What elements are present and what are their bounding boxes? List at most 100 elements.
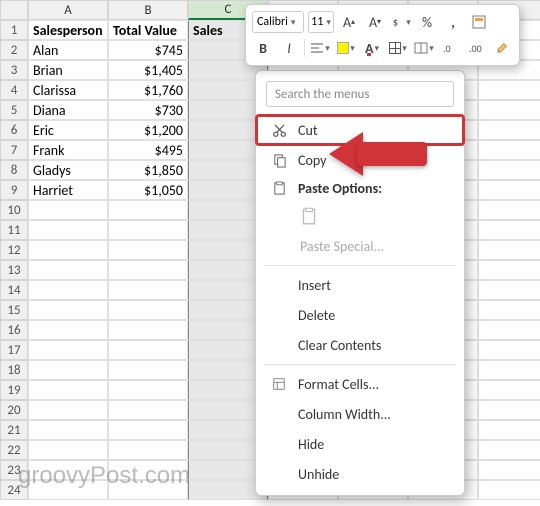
row-header[interactable]: 17 (0, 340, 28, 360)
row-header[interactable]: 10 (0, 200, 28, 220)
cell[interactable] (108, 440, 188, 460)
bold-button[interactable]: B (252, 37, 274, 59)
cell[interactable]: $1,405 (108, 60, 188, 80)
cell[interactable]: Eric (28, 120, 108, 140)
cell[interactable]: $1,050 (108, 180, 188, 200)
font-size-select[interactable]: 11▾ (308, 11, 334, 33)
row-header[interactable]: 5 (0, 100, 28, 120)
borders-button[interactable]: ▾ (387, 37, 409, 59)
menu-item-copy[interactable]: Copy (256, 145, 464, 175)
decimal-button[interactable]: .0 (439, 37, 461, 59)
row-header[interactable]: 4 (0, 80, 28, 100)
cell[interactable] (478, 440, 540, 460)
cell[interactable] (478, 100, 540, 120)
cell[interactable] (108, 420, 188, 440)
format-painter-icon[interactable] (491, 37, 513, 59)
cell[interactable] (108, 280, 188, 300)
select-all-corner[interactable] (0, 0, 28, 20)
cell[interactable] (108, 240, 188, 260)
cell[interactable] (478, 80, 540, 100)
row-header[interactable]: 2 (0, 40, 28, 60)
cell[interactable]: Frank (28, 140, 108, 160)
percent-format-icon[interactable]: % (416, 11, 438, 33)
cell[interactable] (28, 420, 108, 440)
cell[interactable]: $495 (108, 140, 188, 160)
conditional-format-icon[interactable] (468, 11, 490, 33)
cell[interactable] (478, 480, 540, 500)
column-header-B[interactable]: B (108, 0, 188, 20)
row-header[interactable]: 8 (0, 160, 28, 180)
column-header-A[interactable]: A (28, 0, 108, 20)
row-header[interactable]: 19 (0, 380, 28, 400)
row-header[interactable]: 7 (0, 140, 28, 160)
cell[interactable] (478, 120, 540, 140)
cell[interactable] (28, 400, 108, 420)
cell[interactable] (28, 240, 108, 260)
cell[interactable] (108, 300, 188, 320)
row-header[interactable]: 21 (0, 420, 28, 440)
menu-item-clear-contents[interactable]: Clear Contents (256, 330, 464, 360)
row-header[interactable]: 13 (0, 260, 28, 280)
cell[interactable] (28, 440, 108, 460)
cell[interactable] (478, 220, 540, 240)
cell[interactable] (108, 380, 188, 400)
menu-item-format-cells[interactable]: Format Cells... (256, 369, 464, 399)
cell[interactable] (108, 320, 188, 340)
cell[interactable] (108, 340, 188, 360)
cell[interactable] (108, 400, 188, 420)
cell[interactable] (478, 180, 540, 200)
cell[interactable] (478, 260, 540, 280)
cell[interactable] (478, 460, 540, 480)
cell[interactable]: Brian (28, 60, 108, 80)
row-header[interactable]: 12 (0, 240, 28, 260)
cell[interactable]: Salesperson (28, 20, 108, 40)
cell[interactable] (28, 320, 108, 340)
italic-button[interactable]: I (278, 37, 300, 59)
font-family-select[interactable]: Calibri▾ (252, 11, 304, 33)
row-header[interactable]: 1 (0, 20, 28, 40)
cell[interactable]: $1,200 (108, 120, 188, 140)
cell[interactable] (478, 280, 540, 300)
fill-color-button[interactable]: ▾ (335, 37, 357, 59)
cell[interactable] (478, 420, 540, 440)
cell[interactable]: Total Value (108, 20, 188, 40)
cell[interactable]: $745 (108, 40, 188, 60)
align-button[interactable]: ▾ (309, 37, 331, 59)
row-header[interactable]: 11 (0, 220, 28, 240)
menu-search-input[interactable]: Search the menus (266, 81, 454, 107)
cell[interactable] (28, 260, 108, 280)
comma-format-icon[interactable]: , (442, 11, 464, 33)
row-header[interactable]: 15 (0, 300, 28, 320)
row-header[interactable]: 9 (0, 180, 28, 200)
font-color-button[interactable]: A▾ (361, 37, 383, 59)
cell[interactable]: $1,850 (108, 160, 188, 180)
cell[interactable] (108, 260, 188, 280)
cell[interactable]: Diana (28, 100, 108, 120)
cell[interactable] (478, 400, 540, 420)
cell[interactable] (478, 240, 540, 260)
cell[interactable] (28, 360, 108, 380)
row-header[interactable]: 3 (0, 60, 28, 80)
cell[interactable] (108, 200, 188, 220)
cell[interactable] (108, 220, 188, 240)
menu-item-hide[interactable]: Hide (256, 429, 464, 459)
cell[interactable] (28, 200, 108, 220)
increase-font-icon[interactable]: A▴ (338, 11, 360, 33)
menu-item-column-width[interactable]: Column Width... (256, 399, 464, 429)
row-header[interactable]: 6 (0, 120, 28, 140)
row-header[interactable]: 14 (0, 280, 28, 300)
cell[interactable] (478, 320, 540, 340)
menu-item-delete[interactable]: Delete (256, 300, 464, 330)
cell[interactable] (28, 300, 108, 320)
cell[interactable] (478, 140, 540, 160)
row-header[interactable]: 22 (0, 440, 28, 460)
row-header[interactable]: 18 (0, 360, 28, 380)
menu-item-cut[interactable]: Cut (256, 115, 464, 145)
accounting-format-icon[interactable]: $▾ (390, 11, 412, 33)
decimal-decrease-button[interactable]: .00 (465, 37, 487, 59)
cell[interactable] (478, 360, 540, 380)
cell[interactable]: Harriet (28, 180, 108, 200)
menu-item-insert[interactable]: Insert (256, 270, 464, 300)
cell[interactable] (478, 300, 540, 320)
cell[interactable] (478, 160, 540, 180)
